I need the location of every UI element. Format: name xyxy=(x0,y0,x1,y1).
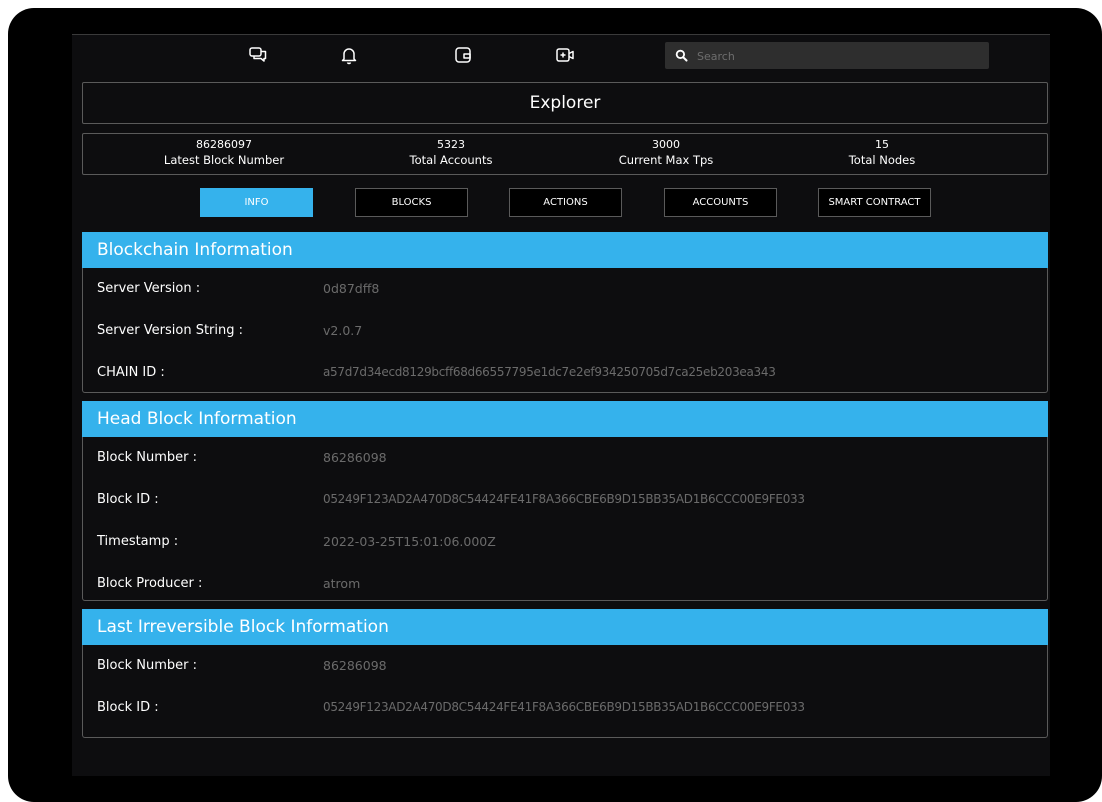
app-screen: Explorer 86286097 Latest Block Number 53… xyxy=(72,34,1050,776)
row-value: atrom xyxy=(323,576,361,591)
search-icon xyxy=(675,49,688,62)
tab-bar: INFO BLOCKS ACTIONS ACCOUNTS SMART CONTR… xyxy=(72,185,1050,221)
info-row: Block ID : 05249F123AD2A470D8C54424FE41F… xyxy=(83,479,1047,521)
info-row: Block ID : 05249F123AD2A470D8C54424FE41F… xyxy=(83,687,1047,729)
stat-label: Total Nodes xyxy=(848,153,916,167)
bell-icon[interactable] xyxy=(339,45,359,65)
row-label: Block ID : xyxy=(97,492,159,507)
info-row: Server Version String : v2.0.7 xyxy=(83,310,1047,352)
stat-value: 15 xyxy=(875,138,889,151)
stat-label: Latest Block Number xyxy=(163,153,285,167)
stat-value: 3000 xyxy=(652,138,680,151)
top-toolbar xyxy=(72,34,1050,76)
info-row: Block Number : 86286098 xyxy=(83,645,1047,687)
tab-actions[interactable]: ACTIONS xyxy=(509,188,622,217)
page-title-bar: Explorer xyxy=(82,82,1048,124)
row-label: Block Producer : xyxy=(97,576,203,591)
wallet-icon[interactable] xyxy=(453,45,473,65)
info-row: Timestamp : 2022-03-25T15:01:06.000Z xyxy=(83,521,1047,563)
panel-title: Blockchain Information xyxy=(82,232,1048,268)
panel-title: Head Block Information xyxy=(82,401,1048,437)
row-value: 2022-03-25T15:01:06.000Z xyxy=(323,534,496,549)
row-value: 0d87dff8 xyxy=(323,281,380,296)
row-label: Timestamp : xyxy=(97,534,179,549)
search-bar[interactable] xyxy=(665,42,989,69)
row-label: Block Number : xyxy=(97,658,198,673)
page-title: Explorer xyxy=(529,93,601,113)
row-value: 86286098 xyxy=(323,450,387,465)
row-value: 05249F123AD2A470D8C54424FE41F8A366CBE6B9… xyxy=(323,700,805,714)
stat-latest-block: 86286097 Latest Block Number xyxy=(124,138,324,168)
stat-label: Total Accounts xyxy=(409,153,493,167)
stat-value: 5323 xyxy=(437,138,465,151)
info-row: Block Number : 86286098 xyxy=(83,437,1047,479)
row-label: CHAIN ID : xyxy=(97,365,165,380)
row-label: Server Version String : xyxy=(97,323,244,338)
tab-accounts[interactable]: ACCOUNTS xyxy=(664,188,777,217)
device-frame: Explorer 86286097 Latest Block Number 53… xyxy=(8,8,1102,802)
head-block-information-panel: Head Block Information Block Number : 86… xyxy=(82,401,1048,601)
video-add-icon[interactable] xyxy=(555,45,575,65)
info-row: Server Version : 0d87dff8 xyxy=(83,268,1047,310)
stat-total-accounts: 5323 Total Accounts xyxy=(351,138,551,168)
stat-label: Current Max Tps xyxy=(618,153,714,167)
chat-icon[interactable] xyxy=(248,45,268,65)
blockchain-information-panel: Blockchain Information Server Version : … xyxy=(82,232,1048,393)
tab-blocks[interactable]: BLOCKS xyxy=(355,188,468,217)
row-value: a57d7d34ecd8129bcff68d66557795e1dc7e2ef9… xyxy=(323,365,776,379)
row-value: v2.0.7 xyxy=(323,323,363,338)
tab-smart-contract[interactable]: SMART CONTRACT xyxy=(818,188,931,217)
row-label: Block ID : xyxy=(97,700,159,715)
panel-title: Last Irreversible Block Information xyxy=(82,609,1048,645)
stat-value: 86286097 xyxy=(196,138,252,151)
stat-total-nodes: 15 Total Nodes xyxy=(782,138,982,168)
row-value: 05249F123AD2A470D8C54424FE41F8A366CBE6B9… xyxy=(323,492,805,506)
row-label: Block Number : xyxy=(97,450,198,465)
stat-max-tps: 3000 Current Max Tps xyxy=(566,138,766,168)
info-row: CHAIN ID : a57d7d34ecd8129bcff68d6655779… xyxy=(83,352,1047,394)
stats-bar: 86286097 Latest Block Number 5323 Total … xyxy=(82,133,1048,175)
info-row: Block Producer : atrom xyxy=(83,563,1047,605)
tab-info[interactable]: INFO xyxy=(200,188,313,217)
row-label: Server Version : xyxy=(97,281,201,296)
last-irreversible-block-panel: Last Irreversible Block Information Bloc… xyxy=(82,609,1048,738)
search-input[interactable] xyxy=(695,45,979,68)
row-value: 86286098 xyxy=(323,658,387,673)
